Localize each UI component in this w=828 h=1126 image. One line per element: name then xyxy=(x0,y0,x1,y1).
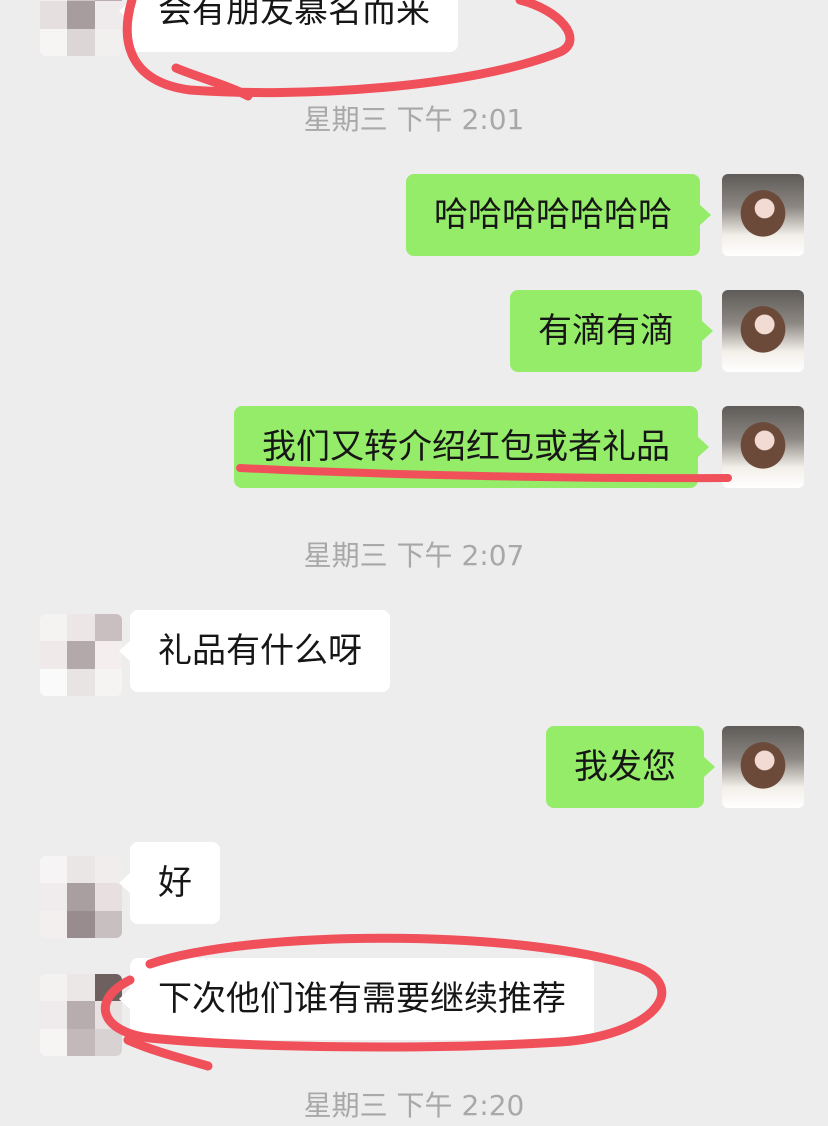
message-bubble[interactable]: 哈哈哈哈哈哈哈 xyxy=(406,174,711,256)
message-bubble[interactable]: 下次他们谁有需要继续推荐 xyxy=(119,958,594,1040)
self-avatar[interactable] xyxy=(722,290,804,372)
self-avatar[interactable] xyxy=(722,406,804,488)
message-bubble[interactable]: 好 xyxy=(119,842,220,924)
message-bubble[interactable]: 我们又转介绍红包或者礼品 xyxy=(234,406,709,488)
self-avatar[interactable] xyxy=(722,174,804,256)
contact-avatar[interactable] xyxy=(40,974,122,1056)
contact-avatar[interactable] xyxy=(40,856,122,938)
annotation-circle xyxy=(171,63,253,101)
message-bubble[interactable]: 会有朋友慕名而来 xyxy=(119,0,458,52)
contact-avatar[interactable] xyxy=(40,614,122,696)
message-bubble[interactable]: 有滴有滴 xyxy=(510,290,713,372)
message-bubble[interactable]: 礼品有什么呀 xyxy=(119,610,390,692)
timestamp: 星期三 下午 2:20 xyxy=(303,1089,525,1122)
self-avatar[interactable] xyxy=(722,726,804,808)
timestamp: 星期三 下午 2:01 xyxy=(303,103,525,136)
annotation-circle xyxy=(123,1035,213,1071)
contact-avatar[interactable] xyxy=(40,0,122,56)
timestamp: 星期三 下午 2:07 xyxy=(303,539,525,572)
message-bubble[interactable]: 我发您 xyxy=(546,726,715,808)
